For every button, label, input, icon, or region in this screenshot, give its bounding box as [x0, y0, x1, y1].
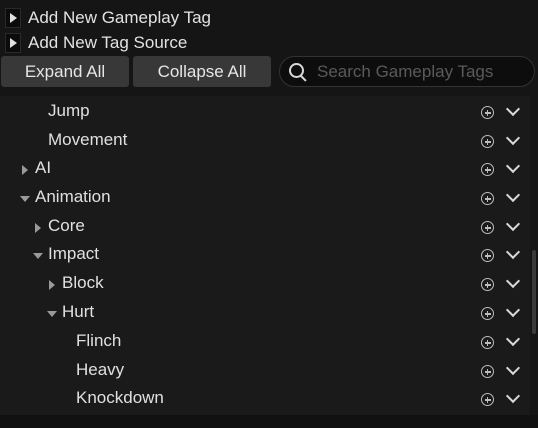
tag-toolbar: Expand All Collapse All: [0, 56, 538, 88]
add-circle-icon[interactable]: [481, 307, 494, 320]
gameplay-tags-panel: Add New Gameplay Tag Add New Tag Source …: [0, 0, 538, 428]
tree-row-impact[interactable]: Impact: [0, 240, 530, 268]
chevron-down-icon[interactable]: [505, 101, 521, 117]
collapsed-arrow-icon[interactable]: [32, 222, 44, 234]
add-new-gameplay-tag-label: Add New Gameplay Tag: [28, 8, 212, 27]
add-new-tag-source-row[interactable]: Add New Tag Source: [0, 31, 187, 55]
expand-toggle[interactable]: [5, 8, 21, 28]
expanded-arrow-icon[interactable]: [46, 308, 58, 320]
search-icon: [289, 62, 307, 82]
tree-row-label: Animation: [35, 187, 111, 206]
add-circle-icon[interactable]: [481, 249, 494, 262]
chevron-down-icon[interactable]: [505, 187, 521, 203]
add-circle-icon[interactable]: [481, 221, 494, 234]
search-box[interactable]: [279, 56, 535, 87]
collapsed-arrow-icon[interactable]: [46, 279, 58, 291]
add-circle-icon[interactable]: [481, 106, 494, 119]
add-circle-icon[interactable]: [481, 163, 494, 176]
chevron-down-icon[interactable]: [505, 331, 521, 347]
add-circle-icon[interactable]: [481, 192, 494, 205]
chevron-down-icon[interactable]: [505, 360, 521, 376]
tree-row-label: Movement: [48, 130, 128, 149]
add-new-tag-source-label: Add New Tag Source: [28, 33, 188, 52]
chevron-down-icon[interactable]: [505, 388, 521, 404]
tree-row-knockdown[interactable]: Knockdown: [0, 384, 530, 412]
tree-row-label: AI: [35, 158, 52, 177]
tree-row-hurt[interactable]: Hurt: [0, 298, 530, 326]
expand-all-button[interactable]: Expand All: [1, 56, 129, 87]
add-new-gameplay-tag-row[interactable]: Add New Gameplay Tag: [0, 6, 211, 30]
panel-footer: [0, 415, 538, 428]
add-circle-icon[interactable]: [481, 336, 494, 349]
tree-row-label: Hurt: [62, 302, 95, 321]
expanded-arrow-icon[interactable]: [32, 250, 44, 262]
expand-toggle[interactable]: [5, 33, 21, 53]
tree-row-label: Heavy: [76, 360, 125, 379]
tree-row-ai[interactable]: AI: [0, 154, 530, 182]
chevron-down-icon[interactable]: [505, 302, 521, 318]
collapsed-arrow-icon[interactable]: [19, 164, 31, 176]
chevron-down-icon[interactable]: [505, 130, 521, 146]
chevron-down-icon[interactable]: [505, 273, 521, 289]
chevron-down-icon[interactable]: [505, 244, 521, 260]
tree-scrollbar[interactable]: [532, 250, 536, 334]
tree-row-label: Knockdown: [76, 388, 164, 407]
triangle-right-icon: [9, 13, 17, 23]
tree-row-animation[interactable]: Animation: [0, 183, 530, 211]
tag-tree: Jump Movement AI Animation Core Impact Block Hu…: [0, 96, 530, 415]
add-circle-icon[interactable]: [481, 135, 494, 148]
collapse-all-button[interactable]: Collapse All: [133, 56, 271, 87]
tree-row-core[interactable]: Core: [0, 212, 530, 240]
tree-row-label: Flinch: [76, 331, 122, 350]
chevron-down-icon[interactable]: [505, 158, 521, 174]
tree-row-flinch[interactable]: Flinch: [0, 327, 530, 355]
search-input[interactable]: [317, 61, 527, 82]
add-circle-icon[interactable]: [481, 365, 494, 378]
tree-row-label: Core: [48, 216, 85, 235]
chevron-down-icon[interactable]: [505, 216, 521, 232]
tree-row-label: Impact: [48, 244, 100, 263]
tree-row-label: Block: [62, 273, 104, 292]
tree-row-label: Jump: [48, 101, 90, 120]
add-circle-icon[interactable]: [481, 278, 494, 291]
expanded-arrow-icon[interactable]: [19, 193, 31, 205]
tree-row-jump[interactable]: Jump: [0, 97, 530, 125]
tree-row-block[interactable]: Block: [0, 269, 530, 297]
tree-row-movement[interactable]: Movement: [0, 126, 530, 154]
tree-row-heavy[interactable]: Heavy: [0, 356, 530, 384]
triangle-right-icon: [9, 38, 17, 48]
add-circle-icon[interactable]: [481, 393, 494, 406]
